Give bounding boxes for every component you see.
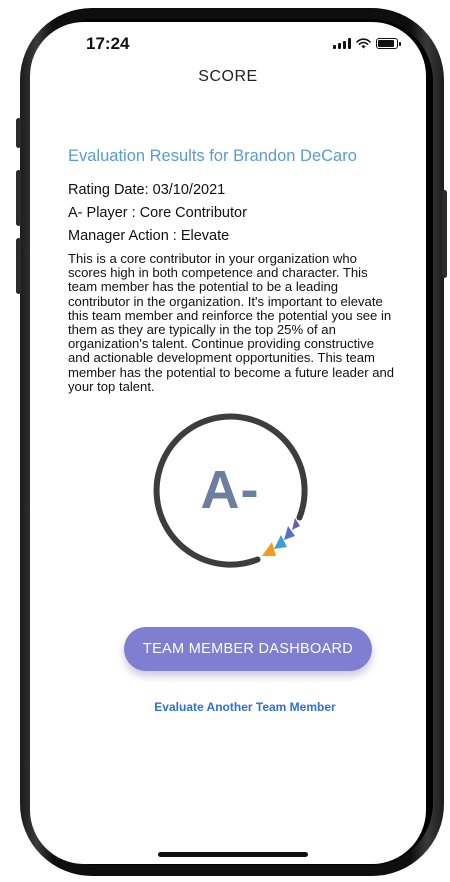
status-time: 17:24 [86, 34, 130, 53]
mute-switch [16, 118, 21, 148]
power-button [442, 190, 447, 278]
grade-badge: A- [150, 410, 310, 570]
grade-letter: A- [200, 460, 260, 520]
volume-up-button [16, 170, 21, 226]
team-member-dashboard-button[interactable]: TEAM MEMBER DASHBOARD [124, 627, 372, 671]
home-indicator [158, 852, 308, 857]
rating-date: Rating Date: 03/10/2021 [68, 182, 226, 198]
status-icons [333, 38, 401, 49]
status-bar: 17:24 [30, 22, 426, 62]
evaluate-another-link[interactable]: Evaluate Another Team Member [0, 700, 450, 714]
player-rating: A- Player : Core Contributor [68, 205, 247, 221]
signal-icon [333, 38, 351, 49]
wifi-icon [356, 38, 371, 49]
page-title: SCORE [198, 68, 258, 85]
manager-action: Manager Action : Elevate [68, 228, 230, 244]
evaluation-content: Evaluation Results for Brandon DeCaro Ra… [68, 147, 398, 394]
evaluation-description: This is a core contributor in your organ… [68, 251, 395, 394]
evaluation-title: Evaluation Results for Brandon DeCaro [68, 147, 357, 165]
volume-down-button [16, 238, 21, 294]
battery-icon [376, 38, 401, 49]
